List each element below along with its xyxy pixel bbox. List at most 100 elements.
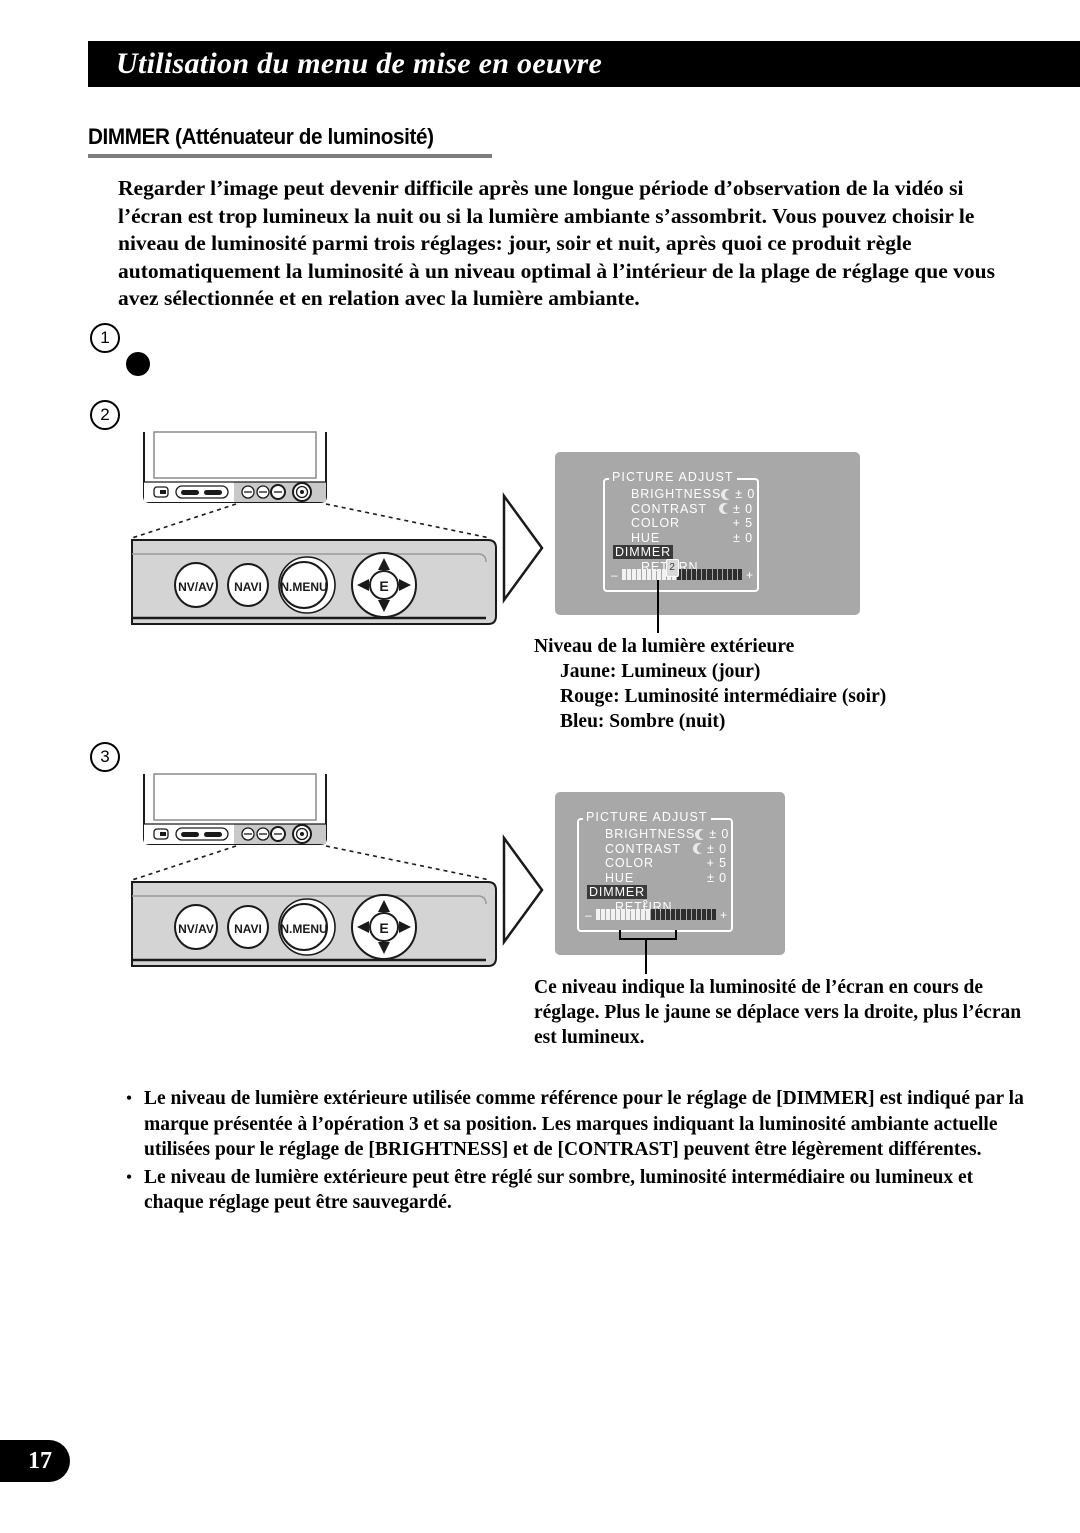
button-label-nv-av: NV/AV xyxy=(178,580,214,594)
section-heading-rule xyxy=(88,154,492,158)
slider-segment xyxy=(671,909,676,920)
slider-segment xyxy=(631,909,636,920)
slider-segment xyxy=(692,569,697,580)
osd-menu-rows: BRIGHTNESS ± 0 CONTRAST ± 0 COLOR + 5 HU… xyxy=(587,827,729,914)
caption-title: Niveau de la lumière extérieure xyxy=(534,636,795,657)
slider-segment xyxy=(697,569,702,580)
osd-row-label: HUE xyxy=(605,870,635,885)
osd-menu-title: PICTURE ADJUST xyxy=(583,810,711,825)
slider-plus-label: + xyxy=(719,907,727,922)
device-illustration-step3: NV/AV NAVI N.MENU E xyxy=(130,772,530,972)
osd-row-contrast[interactable]: CONTRAST ± 0 xyxy=(613,502,753,517)
osd-row-label: HUE xyxy=(631,530,661,545)
osd-row-contrast[interactable]: CONTRAST ± 0 xyxy=(587,842,727,857)
slider-minus-label: – xyxy=(611,567,618,582)
slider-segment xyxy=(681,909,686,920)
osd-row-value: ± 0 xyxy=(735,487,756,502)
caption-level-note: Ce niveau indique la luminosité de l’écr… xyxy=(534,977,1022,1048)
callout-line-level-note xyxy=(645,938,647,974)
slider-segment xyxy=(707,569,712,580)
osd-row-brightness[interactable]: BRIGHTNESS ± 0 xyxy=(587,827,729,842)
osd-row-dimmer-selected[interactable]: DIMMER xyxy=(587,885,727,900)
moon-icon xyxy=(695,828,708,840)
bullet-text: Le niveau de lumière extérieure utilisée… xyxy=(144,1088,1024,1160)
bullet-marker-icon: • xyxy=(126,1168,132,1186)
osd-row-value: ± 0 xyxy=(709,827,730,842)
slider-segment xyxy=(610,909,615,920)
page-header-band: Utilisation du menu de mise en oeuvre xyxy=(88,41,1080,87)
osd-row-brightness[interactable]: BRIGHTNESS ± 0 xyxy=(613,487,756,502)
slider-segment xyxy=(656,909,661,920)
osd-row-label: COLOR xyxy=(631,516,680,531)
osd-row-label: CONTRAST xyxy=(631,501,707,516)
osd-screen-step2: PICTURE ADJUST BRIGHTNESS ± 0 CONTRAST ±… xyxy=(555,452,860,615)
slider-segment xyxy=(691,909,696,920)
slider-segment xyxy=(605,909,610,920)
page-title: Utilisation du menu de mise en oeuvre xyxy=(116,47,603,80)
flow-arrow-icon-step3 xyxy=(502,834,544,946)
osd-dimmer-slider[interactable]: – 2 + xyxy=(611,559,753,582)
moon-icon xyxy=(693,843,705,855)
button-label-n-menu: N.MENU xyxy=(280,922,327,936)
slider-segment xyxy=(600,909,605,920)
button-label-n-menu: N.MENU xyxy=(280,580,327,594)
moon-icon xyxy=(721,488,734,500)
slider-segment xyxy=(666,909,671,920)
slider-segment xyxy=(651,569,657,580)
slider-segment xyxy=(651,909,656,920)
slider-segment xyxy=(661,909,666,920)
button-label-nv-av: NV/AV xyxy=(178,922,214,936)
osd-row-hue[interactable]: HUE ± 0 xyxy=(587,871,727,886)
list-item: • Le niveau de lumière extérieure utilis… xyxy=(124,1086,1034,1163)
page-number-tab: 17 xyxy=(0,1440,70,1482)
osd-dimmer-slider[interactable]: – 2 + xyxy=(585,899,727,922)
osd-row-dimmer-selected[interactable]: DIMMER xyxy=(613,545,753,560)
list-item: • Le niveau de lumière extérieure peut ê… xyxy=(124,1165,1034,1216)
osd-row-color[interactable]: COLOR + 5 xyxy=(613,516,753,531)
slider-segment xyxy=(701,909,706,920)
caption-exterior-light: Niveau de la lumière extérieure Jaune: L… xyxy=(534,634,1004,734)
callout-bracket-level-range xyxy=(619,930,677,940)
osd-row-label: CONTRAST xyxy=(605,841,681,856)
slider-track[interactable]: 2 xyxy=(595,899,716,920)
slider-segment xyxy=(727,569,732,580)
osd-row-label: DIMMER xyxy=(613,545,674,560)
section-heading: DIMMER (Atténuateur de luminosité) xyxy=(88,124,518,158)
osd-row-value: + 5 xyxy=(732,516,753,531)
slider-segment xyxy=(706,909,711,920)
slider-segment xyxy=(641,569,646,580)
slider-segment xyxy=(621,569,626,580)
slider-segment xyxy=(732,569,737,580)
step-number-3: 3 xyxy=(90,742,120,772)
slider-position-marker: 2 xyxy=(642,899,648,910)
osd-menu-title: PICTURE ADJUST xyxy=(609,470,737,485)
slider-segment xyxy=(696,909,701,920)
button-label-enter: E xyxy=(379,920,388,936)
bullet-marker-icon: • xyxy=(126,1090,132,1107)
caption-line-red: Rouge: Luminosité intermédiaire (soir) xyxy=(560,686,887,707)
osd-row-value: + 5 xyxy=(706,856,727,871)
osd-row-color[interactable]: COLOR + 5 xyxy=(587,856,727,871)
osd-menu-rows: BRIGHTNESS ± 0 CONTRAST ± 0 COLOR + 5 HU… xyxy=(613,487,756,574)
caption-line-yellow: Jaune: Lumineux (jour) xyxy=(560,661,761,682)
slider-segment xyxy=(657,569,662,580)
button-label-navi: NAVI xyxy=(234,922,262,936)
slider-plus-label: + xyxy=(745,567,753,582)
slider-segment xyxy=(620,909,625,920)
osd-row-label: DIMMER xyxy=(587,885,648,900)
slider-segment xyxy=(595,909,600,920)
step-number-2: 2 xyxy=(90,400,120,430)
flow-arrow-icon-step2 xyxy=(502,492,544,604)
slider-segment xyxy=(717,569,722,580)
slider-minus-label: – xyxy=(585,907,592,922)
osd-row-hue[interactable]: HUE ± 0 xyxy=(613,531,753,546)
device-diagram-svg: NV/AV NAVI N.MENU E xyxy=(131,773,497,967)
osd-row-label: COLOR xyxy=(605,856,654,871)
slider-segment xyxy=(631,569,636,580)
osd-row-value: ± 0 xyxy=(733,501,753,516)
osd-row-value-group: ± 0 xyxy=(695,827,729,841)
osd-row-label: BRIGHTNESS xyxy=(605,827,696,842)
slider-track[interactable]: 2 xyxy=(621,559,742,580)
slider-segment xyxy=(712,569,717,580)
button-label-navi: NAVI xyxy=(234,580,262,594)
